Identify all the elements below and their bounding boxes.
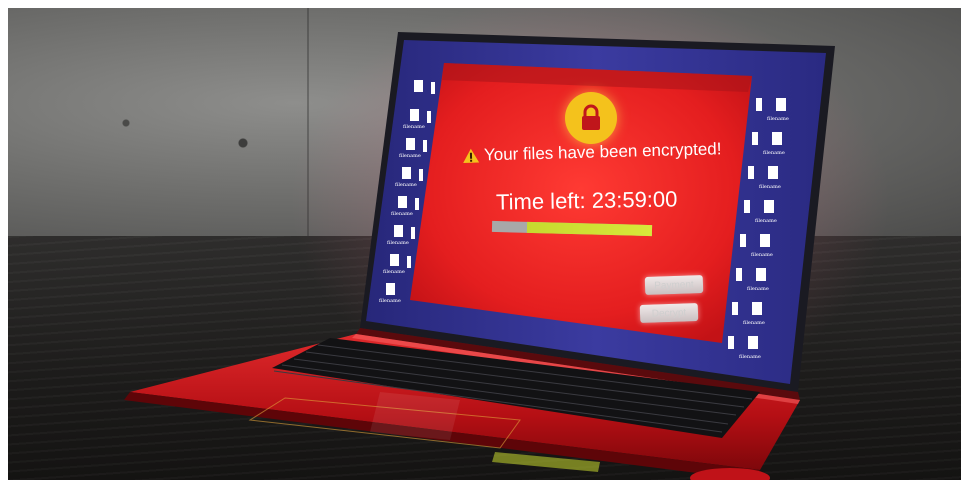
image-border-top	[0, 0, 961, 8]
file-icon	[740, 234, 746, 247]
file-icon	[748, 166, 754, 179]
file-icon	[752, 302, 762, 315]
file-icon	[394, 225, 403, 237]
file-icon	[402, 167, 411, 179]
file-icon	[756, 98, 762, 111]
file-icon	[736, 268, 742, 281]
file-icon	[768, 166, 778, 179]
file-icon	[398, 196, 407, 208]
file-icon	[744, 200, 750, 213]
file-icon	[760, 234, 770, 247]
ransomware-laptop-photo: Your files have been encrypted! Time lef…	[0, 0, 961, 480]
ransom-window	[410, 63, 752, 343]
file-icon	[427, 111, 431, 123]
file-icon	[756, 268, 766, 281]
file-icon	[390, 254, 399, 266]
file-icon	[419, 169, 423, 181]
file-icon	[410, 109, 419, 121]
file-icon	[406, 138, 415, 150]
file-icon	[772, 132, 782, 145]
file-icon	[776, 98, 786, 111]
file-icon	[732, 302, 738, 315]
file-icon	[415, 198, 419, 210]
base-reflection	[370, 392, 460, 440]
file-icon	[386, 283, 395, 295]
file-icon	[407, 256, 411, 268]
image-border-left	[0, 0, 8, 480]
file-icon	[728, 336, 734, 349]
file-icon	[764, 200, 774, 213]
file-icon	[411, 227, 415, 239]
file-icon	[431, 82, 435, 94]
file-icon	[752, 132, 758, 145]
file-icon	[748, 336, 758, 349]
file-icon	[423, 140, 427, 152]
file-icon	[414, 80, 423, 92]
laptop	[124, 0, 890, 480]
